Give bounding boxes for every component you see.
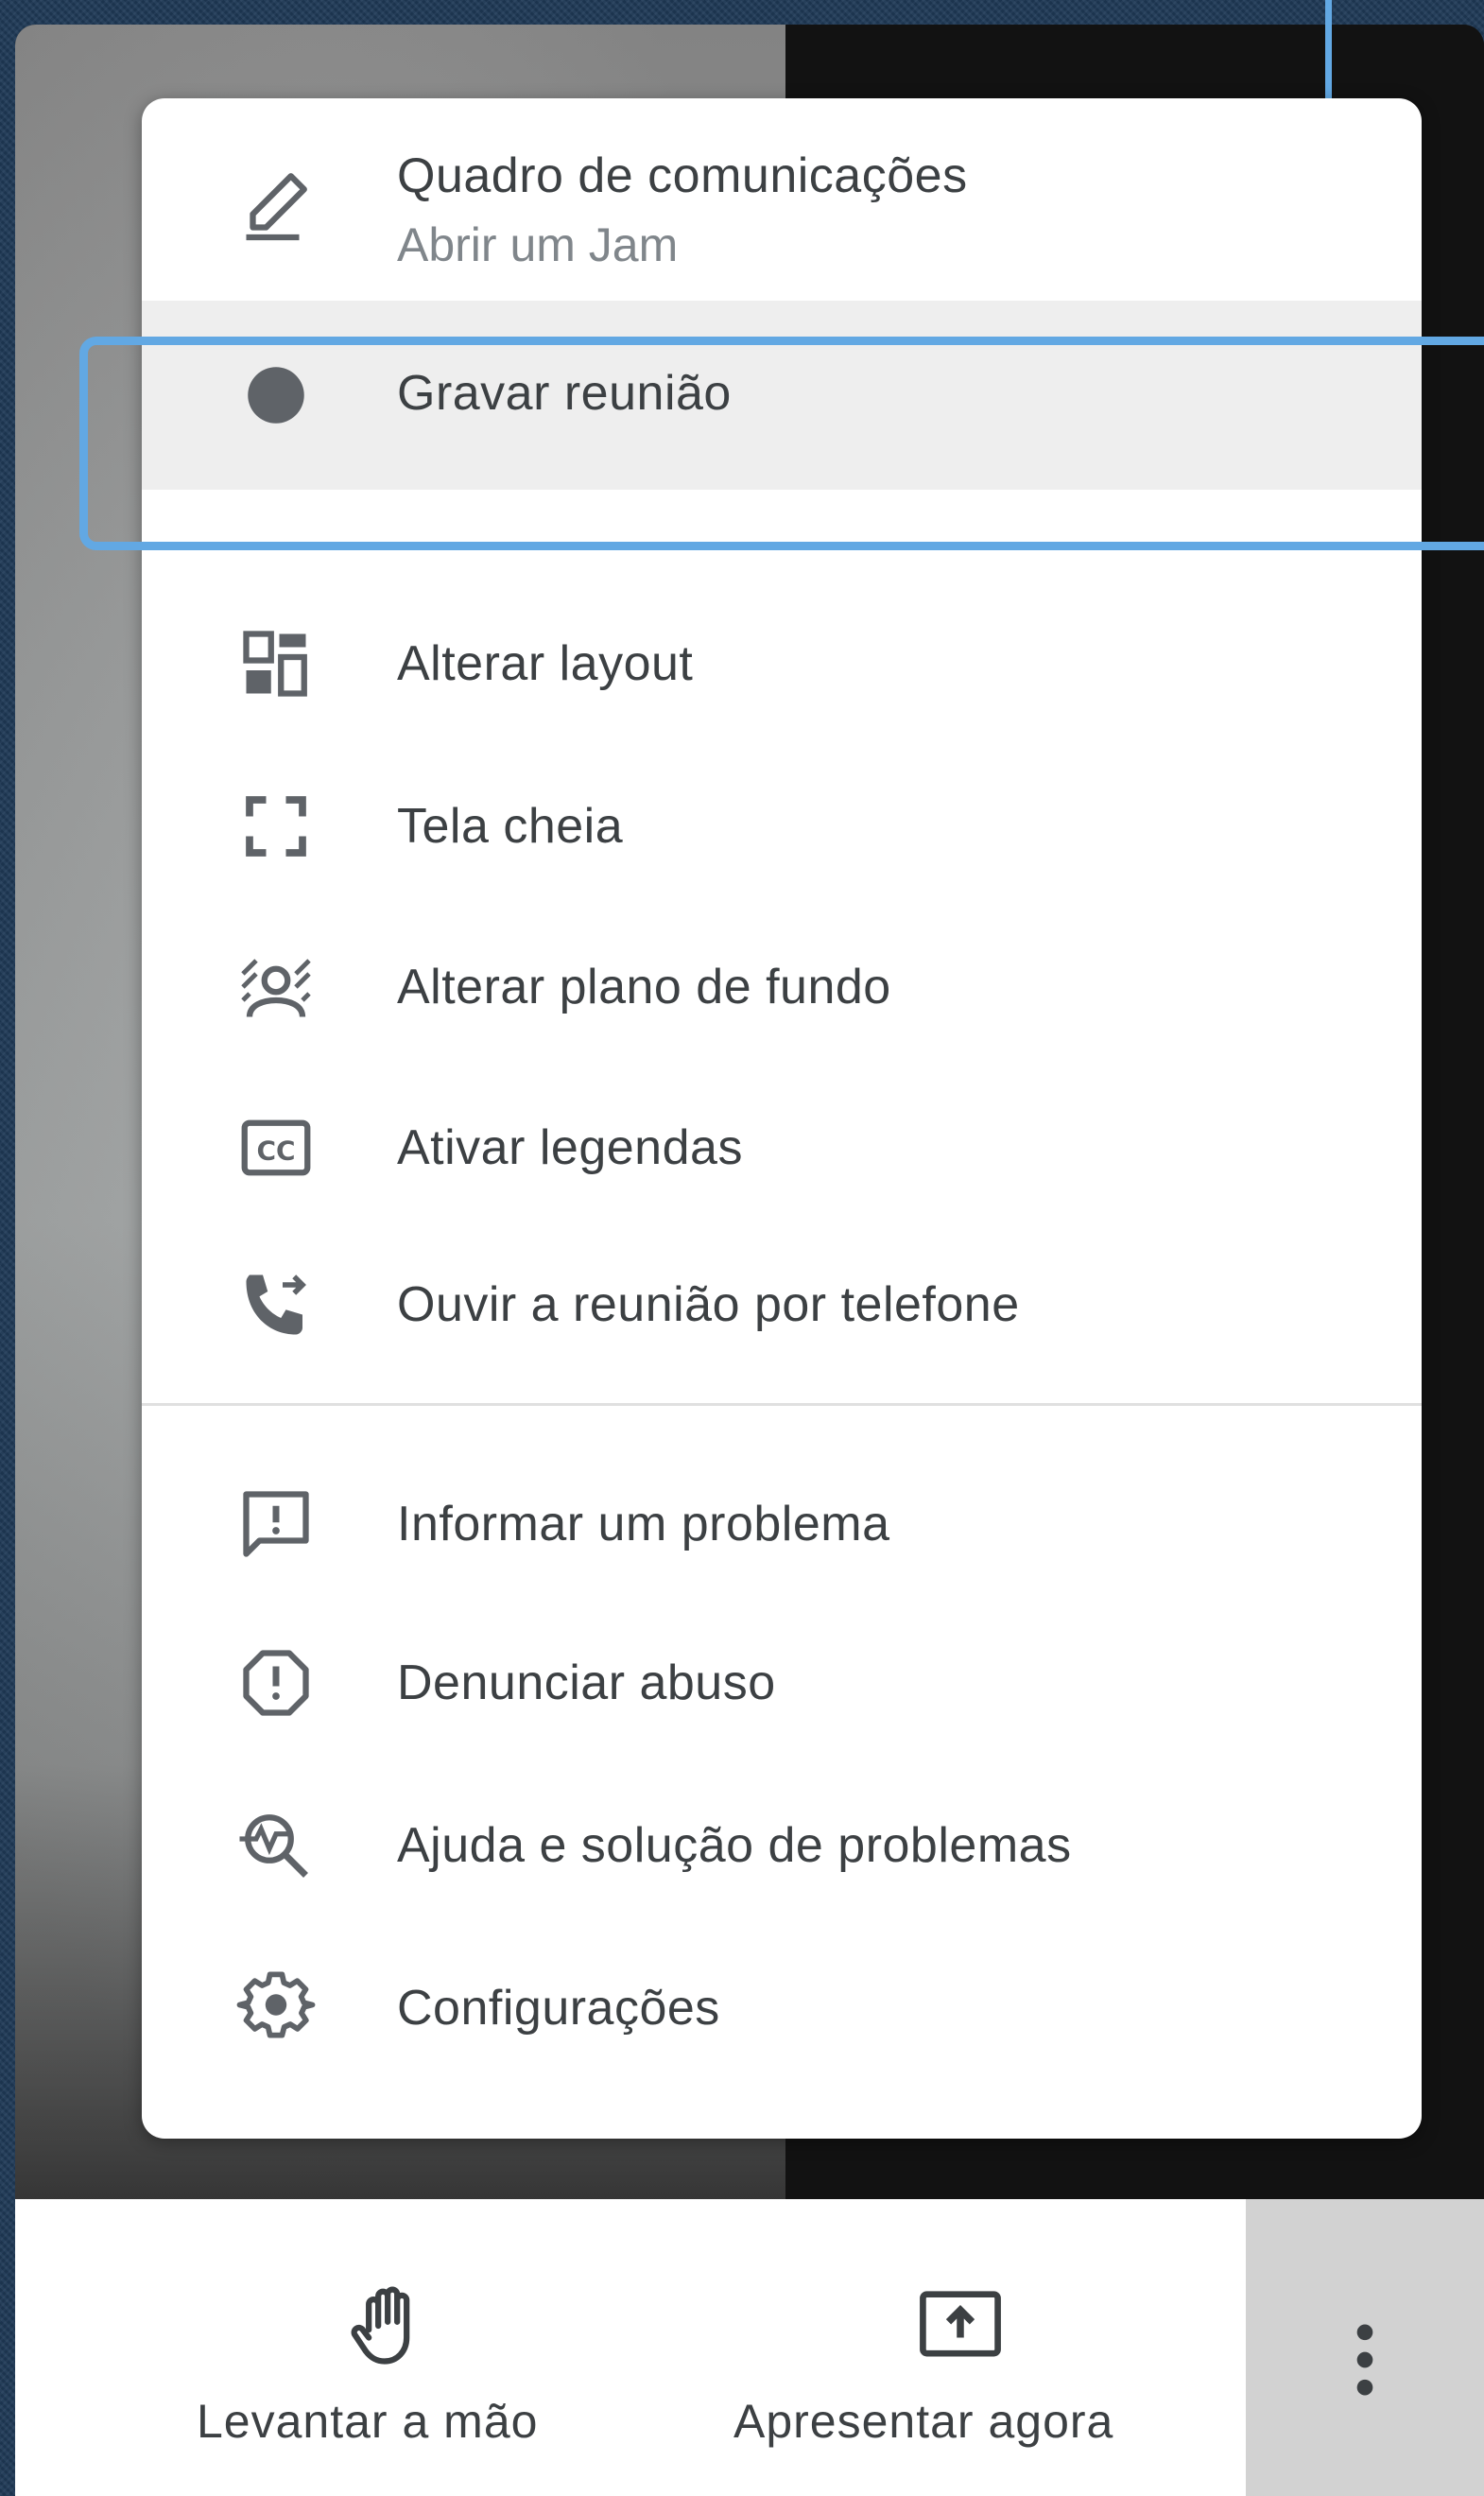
svg-text:CC: CC (256, 1135, 295, 1166)
menu-item-label: Ajuda e solução de problemas (397, 1818, 1072, 1873)
menu-divider (142, 1403, 1422, 1406)
more-vert-icon (1356, 2324, 1373, 2396)
record-dot-icon (236, 355, 316, 435)
raise-hand-label: Levantar a mão (197, 2395, 539, 2448)
more-options-button[interactable] (1246, 2199, 1484, 2496)
menu-item-whiteboard[interactable]: Quadro de comunicações Abrir um Jam (142, 98, 1422, 299)
menu-item-label: Alterar plano de fundo (397, 960, 891, 1014)
menu-item-change-layout[interactable]: Alterar layout (142, 598, 1422, 730)
pencil-icon (236, 165, 316, 244)
menu-item-change-background[interactable]: Alterar plano de fundo (142, 921, 1422, 1053)
raise-hand-icon (351, 2286, 410, 2365)
troubleshoot-icon (236, 1806, 316, 1885)
menu-item-help-troubleshooting[interactable]: Ajuda e solução de problemas (142, 1779, 1422, 1912)
menu-item-label: Ouvir a reunião por telefone (397, 1277, 1020, 1332)
menu-item-label: Quadro de comunicações (397, 148, 968, 203)
menu-item-report-problem[interactable]: Informar um problema (142, 1458, 1422, 1590)
fullscreen-icon (236, 787, 316, 866)
menu-item-label: Ativar legendas (397, 1120, 743, 1175)
feedback-icon (236, 1484, 316, 1564)
bottom-toolbar: Levantar a mão Apresentar agora (15, 2199, 1484, 2496)
menu-item-label: Configurações (397, 1981, 720, 2036)
present-now-label: Apresentar agora (733, 2395, 1114, 2448)
background-icon (236, 947, 316, 1027)
more-options-menu: Quadro de comunicações Abrir um Jam Grav… (142, 98, 1422, 2139)
gear-icon (236, 1968, 316, 2048)
menu-item-captions[interactable]: CC Ativar legendas (142, 1082, 1422, 1214)
menu-item-phone-audio[interactable]: Ouvir a reunião por telefone (142, 1239, 1422, 1371)
menu-item-report-abuse[interactable]: Denunciar abuso (142, 1617, 1422, 1749)
report-icon (236, 1643, 316, 1723)
menu-item-label: Alterar layout (397, 636, 694, 691)
phone-forward-icon (236, 1265, 316, 1344)
menu-item-settings[interactable]: Configurações (142, 1942, 1422, 2074)
menu-item-fullscreen[interactable]: Tela cheia (142, 760, 1422, 893)
menu-item-sublabel: Abrir um Jam (397, 218, 679, 271)
present-screen-icon (920, 2291, 1001, 2357)
layout-icon (236, 624, 316, 703)
menu-item-label: Denunciar abuso (397, 1655, 776, 1710)
menu-item-label: Tela cheia (397, 799, 624, 854)
menu-item-label: Gravar reunião (397, 366, 732, 421)
closed-captions-icon: CC (236, 1108, 316, 1187)
present-now-button[interactable]: Apresentar agora (715, 2199, 1206, 2496)
menu-item-record-meeting[interactable]: Gravar reunião (142, 301, 1422, 490)
raise-hand-button[interactable]: Levantar a mão (166, 2199, 611, 2496)
menu-item-label: Informar um problema (397, 1497, 890, 1551)
